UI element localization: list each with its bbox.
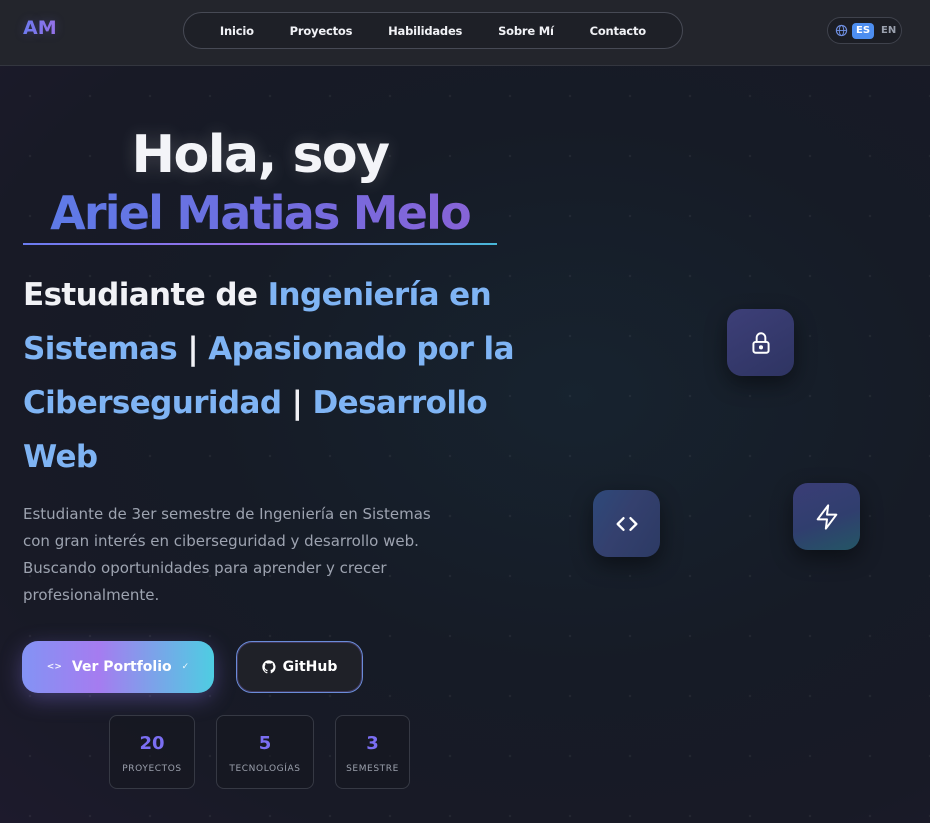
stat-value: 5 bbox=[258, 733, 272, 754]
stat-label: TECNOLOGÍAS bbox=[229, 764, 301, 774]
github-icon bbox=[261, 660, 276, 674]
check-icon: ✓ bbox=[181, 662, 190, 672]
subtitle-separator: | bbox=[177, 331, 209, 367]
code-card bbox=[593, 490, 660, 557]
nav-link-sobre-mi[interactable]: Sobre Mí bbox=[498, 24, 554, 38]
lang-es-button[interactable]: ES bbox=[852, 22, 875, 39]
nav-link-proyectos[interactable]: Proyectos bbox=[290, 24, 353, 38]
code-small-icon: <> bbox=[46, 662, 62, 672]
code-icon bbox=[616, 516, 637, 531]
stat-label: PROYECTOS bbox=[122, 764, 182, 774]
bolt-card bbox=[793, 483, 860, 550]
hero-name: Ariel Matias Melo bbox=[23, 186, 497, 240]
lock-icon bbox=[751, 331, 770, 354]
nav-link-habilidades[interactable]: Habilidades bbox=[388, 24, 462, 38]
stat-value: 3 bbox=[366, 733, 379, 754]
name-underline bbox=[23, 243, 497, 245]
stat-technologies: 5 TECNOLOGÍAS bbox=[216, 715, 314, 789]
lang-en-button[interactable]: EN bbox=[881, 25, 896, 36]
logo[interactable]: AM bbox=[23, 17, 57, 39]
view-portfolio-label: Ver Portfolio bbox=[71, 659, 172, 675]
hero-subtitle: Estudiante de Ingeniería en Sistemas | A… bbox=[23, 268, 523, 484]
view-portfolio-button[interactable]: <> Ver Portfolio ✓ bbox=[22, 641, 214, 693]
stat-label: SEMESTRE bbox=[346, 764, 399, 774]
nav-link-contacto[interactable]: Contacto bbox=[590, 24, 647, 38]
main-nav: Inicio Proyectos Habilidades Sobre Mí Co… bbox=[183, 12, 683, 49]
globe-icon bbox=[835, 24, 848, 37]
lock-card bbox=[727, 309, 794, 376]
github-label: GitHub bbox=[282, 659, 338, 675]
hero-description: Estudiante de 3er semestre de Ingeniería… bbox=[23, 505, 431, 604]
subtitle-separator: | bbox=[281, 385, 313, 421]
subtitle-part: Estudiante de bbox=[23, 277, 268, 313]
site-header: AM Inicio Proyectos Habilidades Sobre Mí… bbox=[0, 0, 930, 66]
hero-greeting: Hola, soy bbox=[131, 125, 390, 185]
nav-link-inicio[interactable]: Inicio bbox=[220, 24, 254, 38]
bolt-icon bbox=[816, 503, 837, 530]
github-button[interactable]: GitHub bbox=[236, 641, 363, 693]
stat-value: 20 bbox=[139, 733, 165, 754]
stat-projects: 20 PROYECTOS bbox=[109, 715, 195, 789]
language-switcher: ES EN bbox=[827, 17, 902, 44]
stat-semester: 3 SEMESTRE bbox=[335, 715, 410, 789]
